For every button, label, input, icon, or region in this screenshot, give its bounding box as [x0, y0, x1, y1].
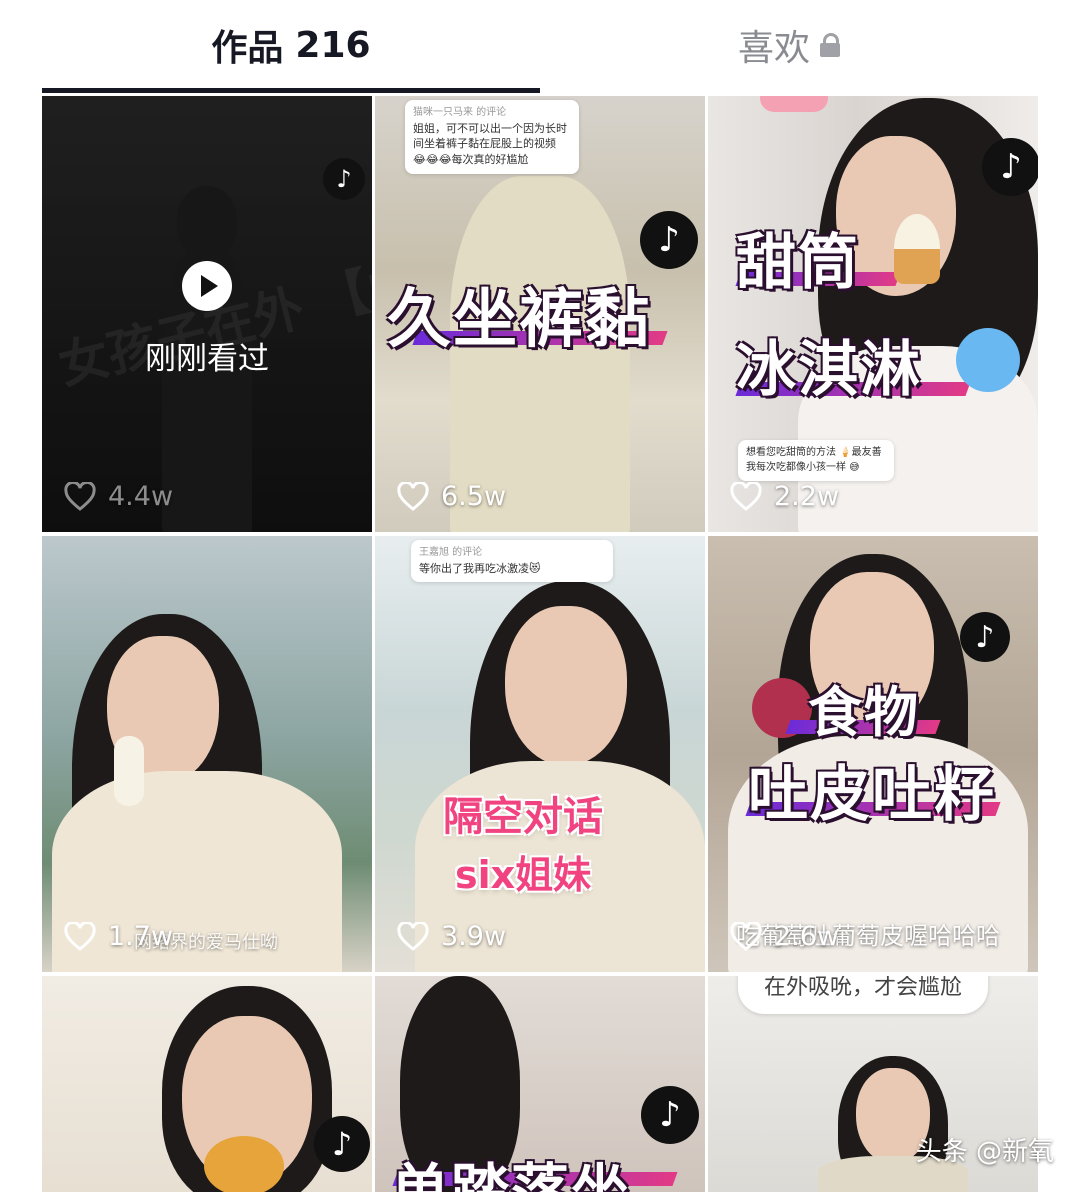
comment-text: 姐姐，可不可以出一个因为长时间坐着裤子黏在屁股上的视频 😂😂😂每次真的好尴尬 [413, 121, 567, 167]
tab-likes[interactable]: 喜欢 [540, 0, 1038, 90]
like-count: 2.6w [730, 921, 839, 952]
like-count: 2.2w [730, 481, 839, 512]
cold-face-icon [956, 328, 1020, 392]
like-count-value: 2.2w [774, 481, 840, 512]
works-count: 216 [295, 24, 371, 66]
like-count-value: 4.4w [108, 481, 174, 512]
heart-icon [64, 921, 96, 951]
tab-works[interactable]: 作品 216 [42, 0, 540, 90]
active-tab-indicator [42, 88, 540, 93]
like-count-value: 1.7w [108, 921, 174, 952]
like-count: 4.4w [64, 481, 173, 512]
like-count-value: 6.5w [441, 481, 507, 512]
video-title-line2: six姐妹 [455, 853, 592, 897]
video-title-line2: 吐皮吐籽 [748, 760, 996, 830]
like-count-value: 3.9w [441, 921, 507, 952]
comment-author: 猫咪一只马来 的评论 [413, 107, 507, 118]
comment-bubble: 猫咪一只马来 的评论 姐姐，可不可以出一个因为长时间坐着裤子黏在屁股上的视频 😂… [405, 100, 579, 175]
popsicle [114, 736, 144, 806]
comment-text: 想看您吃甜筒的方法 🍦最友善 我每次吃都像小孩一样 😅 [746, 447, 882, 473]
heart-icon [730, 921, 762, 951]
like-count: 3.9w [397, 921, 506, 952]
ice-cream-icon [894, 214, 940, 284]
video-thumbnail[interactable]: 网络界的爱马仕呦 1.7w [42, 536, 372, 972]
video-title-line2: 冰淇淋 [736, 335, 922, 405]
watched-overlay [42, 96, 372, 532]
heart-icon [730, 481, 762, 511]
video-thumbnail[interactable]: ♪ [42, 976, 372, 1192]
tiktok-logo-icon: ♪ [641, 1086, 699, 1144]
tiktok-logo-icon: ♪ [323, 158, 365, 200]
tiktok-logo-icon: ♪ [982, 138, 1038, 196]
pig-sticker [760, 96, 828, 112]
video-title-line1: 甜筒 [736, 228, 860, 298]
video-thumbnail[interactable]: 甜筒 冰淇淋 想看您吃甜筒的方法 🍦最友善 我每次吃都像小孩一样 😅 ♪ 2.2… [708, 96, 1038, 532]
profile-tabs: 作品 216 喜欢 [42, 0, 1038, 94]
video-title-line1: 隔空对话 [443, 794, 603, 840]
video-thumbnail[interactable]: 单踏落坐 ♪ [375, 976, 705, 1192]
comment-text: 等你出了我再吃冰激凌😻 [419, 561, 541, 575]
play-icon [182, 261, 232, 311]
lock-icon [820, 33, 840, 57]
heart-icon [64, 481, 96, 511]
video-thumbnail[interactable]: 食物 吐皮吐籽 吃葡萄吐葡萄皮喔哈哈哈 ♪ 2.6w [708, 536, 1038, 972]
food-item [204, 1136, 284, 1192]
comment-bubble: 想看您吃甜筒的方法 🍦最友善 我每次吃都像小孩一样 😅 [738, 440, 894, 481]
person-face [505, 606, 627, 766]
like-count: 1.7w [64, 921, 173, 952]
tiktok-logo-icon: ♪ [960, 612, 1010, 662]
video-title-line1: 食物 [808, 681, 920, 744]
like-count-value: 2.6w [774, 921, 840, 952]
video-title: 单踏落坐 [391, 1157, 632, 1192]
video-caption: 在外吸吮，才会尴尬 [763, 976, 962, 1000]
tab-likes-label: 喜欢 [737, 28, 810, 69]
watermark: 头条 @新氧 [915, 1137, 1054, 1167]
video-title: 久坐裤黏 [387, 283, 651, 357]
video-thumbnail[interactable]: 女孩子在外 【內衣】 刚刚看过 ♪ 4.4w [42, 96, 372, 532]
video-thumbnail[interactable]: 王嘉旭 的评论 等你出了我再吃冰激凌😻 隔空对话 six姐妹 3.9w [375, 536, 705, 972]
comment-author: 王嘉旭 的评论 [419, 547, 483, 558]
video-thumbnail[interactable]: 猫咪一只马来 的评论 姐姐，可不可以出一个因为长时间坐着裤子黏在屁股上的视频 😂… [375, 96, 705, 532]
tab-works-label: 作品 [211, 28, 284, 69]
like-count: 6.5w [397, 481, 506, 512]
tiktok-logo-icon: ♪ [314, 1116, 370, 1172]
heart-icon [397, 481, 429, 511]
caption-banner: 在外吸吮，才会尴尬 [738, 976, 988, 1014]
watched-label: 刚刚看过 [145, 341, 269, 377]
comment-bubble: 王嘉旭 的评论 等你出了我再吃冰激凌😻 [411, 540, 613, 583]
heart-icon [397, 921, 429, 951]
tiktok-logo-icon: ♪ [640, 211, 698, 269]
